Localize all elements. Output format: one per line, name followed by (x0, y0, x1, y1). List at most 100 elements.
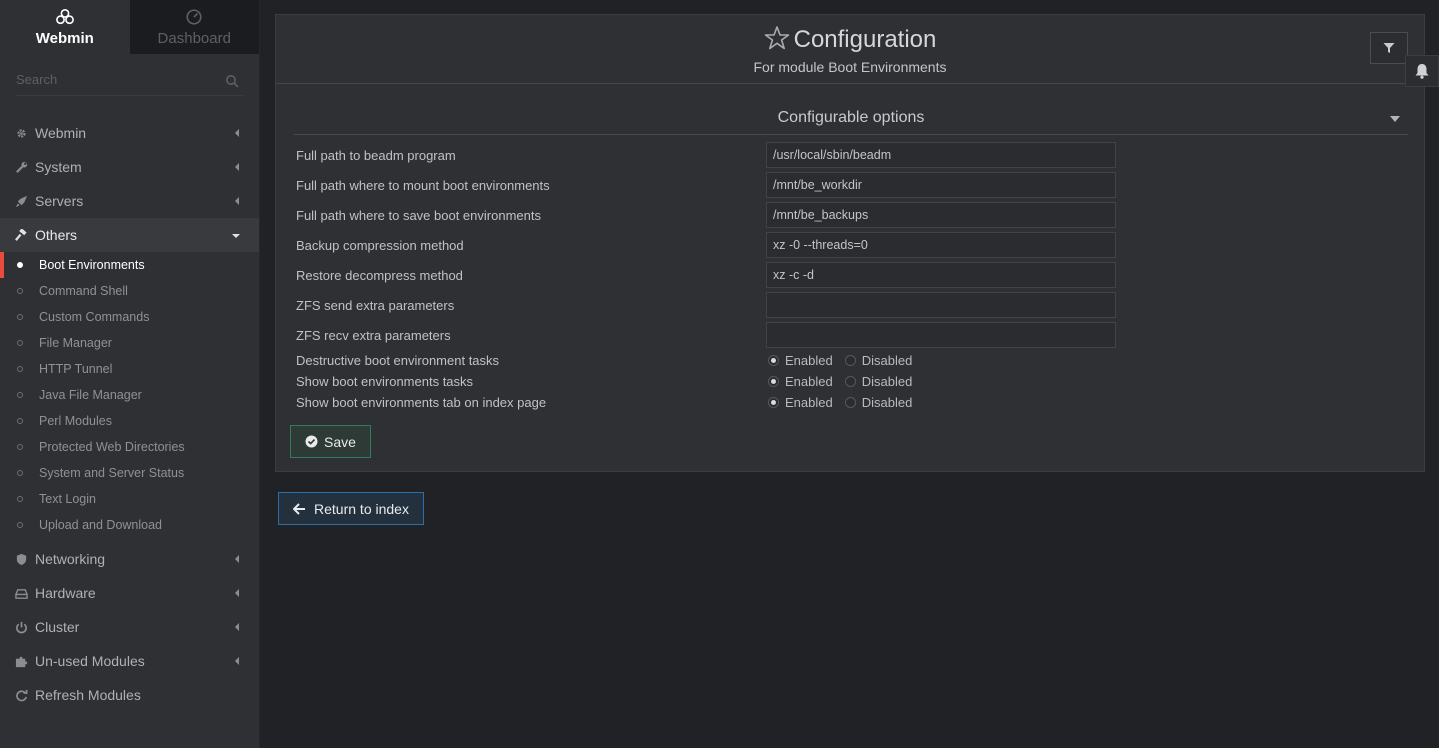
save-button-label: Save (324, 433, 356, 450)
bullet-icon (17, 392, 23, 398)
panel-header: Configuration For module Boot Environmen… (276, 15, 1424, 84)
page-title-text: Configuration (793, 26, 937, 53)
sidebar-subitem-label: Boot Environments (39, 258, 145, 272)
rocket-icon (14, 194, 28, 208)
radio-disabled-label: Disabled (861, 395, 913, 410)
mount-path-input[interactable] (766, 172, 1116, 198)
restore-decompress-input[interactable] (766, 262, 1116, 288)
sidebar-item-networking[interactable]: Networking (0, 542, 259, 576)
sidebar-subitem-perl-modules[interactable]: Perl Modules (0, 408, 259, 434)
return-to-index-button[interactable]: Return to index (278, 492, 424, 525)
sidebar-subitem-boot-environments[interactable]: Boot Environments (0, 252, 259, 278)
sidebar-item-hardware[interactable]: Hardware (0, 576, 259, 610)
sidebar-item-label: Servers (35, 193, 84, 209)
bell-icon (1415, 64, 1429, 79)
sidebar-item-unused-modules[interactable]: Un-used Modules (0, 644, 259, 678)
gavel-icon (14, 228, 28, 242)
field-label-beadm-path: Full path to beadm program (296, 148, 456, 163)
sidebar-subitem-upload-download[interactable]: Upload and Download (0, 512, 259, 538)
sidebar-item-others[interactable]: Others (0, 218, 259, 252)
backup-compression-input[interactable] (766, 232, 1116, 258)
chevron-left-icon (235, 589, 239, 597)
tab-webmin[interactable]: Webmin (0, 0, 130, 54)
sidebar-subitem-protected-web-directories[interactable]: Protected Web Directories (0, 434, 259, 460)
sidebar-subitem-label: System and Server Status (39, 466, 185, 480)
shield-icon (14, 552, 28, 566)
bullet-icon (17, 444, 23, 450)
save-button[interactable]: Save (290, 425, 371, 458)
beadm-path-input[interactable] (766, 142, 1116, 168)
bullet-icon (17, 314, 23, 320)
sidebar-item-refresh-modules[interactable]: Refresh Modules (0, 678, 259, 712)
sidebar-item-webmin[interactable]: Webmin (0, 116, 259, 150)
star-icon[interactable] (764, 25, 790, 51)
wrench-icon (14, 160, 28, 174)
sidebar-subitem-label: Java File Manager (39, 388, 142, 402)
sidebar-item-label: Webmin (35, 125, 87, 141)
sidebar-subitem-http-tunnel[interactable]: HTTP Tunnel (0, 356, 259, 382)
sidebar-subitem-text-login[interactable]: Text Login (0, 486, 259, 512)
sidebar-subitem-java-file-manager[interactable]: Java File Manager (0, 382, 259, 408)
zfs-recv-input[interactable] (766, 322, 1116, 348)
sidebar: Webmin Dashboard Webmin System Servers O (0, 0, 260, 748)
radio-enabled-label: Enabled (785, 353, 833, 368)
radio-group-destructive-tasks: Enabled Disabled (768, 353, 924, 368)
puzzle-icon (14, 654, 28, 668)
sidebar-subitem-label: Command Shell (39, 284, 128, 298)
caret-down-icon (1390, 116, 1400, 122)
chevron-left-icon (235, 657, 239, 665)
sidebar-item-label: Refresh Modules (35, 687, 141, 703)
sidebar-subitem-label: Upload and Download (39, 518, 163, 532)
bullet-icon (17, 288, 23, 294)
power-icon (14, 620, 28, 634)
radio-disabled[interactable] (844, 376, 856, 387)
dashboard-icon (186, 8, 202, 25)
radio-enabled[interactable] (768, 397, 779, 408)
radio-enabled[interactable] (768, 376, 779, 387)
chevron-left-icon (235, 129, 239, 137)
radio-disabled[interactable] (844, 355, 856, 366)
return-button-label: Return to index (314, 500, 409, 517)
sidebar-subitem-system-server-status[interactable]: System and Server Status (0, 460, 259, 486)
save-path-input[interactable] (766, 202, 1116, 228)
chevron-left-icon (235, 555, 239, 563)
refresh-icon (14, 688, 28, 702)
bullet-icon (17, 496, 23, 502)
sidebar-subitem-label: Custom Commands (39, 310, 150, 324)
section-header-configurable-options[interactable]: Configurable options (294, 103, 1408, 135)
sidebar-menu: Webmin System Servers Others Boot Enviro… (0, 116, 259, 712)
radio-label-show-tab: Show boot environments tab on index page (296, 395, 547, 410)
sidebar-item-label: Hardware (35, 585, 96, 601)
bullet-icon (17, 262, 23, 268)
tab-webmin-label: Webmin (35, 29, 94, 47)
zfs-send-input[interactable] (766, 292, 1116, 318)
sidebar-item-label: System (35, 159, 82, 175)
radio-disabled-label: Disabled (861, 374, 913, 389)
tab-dashboard[interactable]: Dashboard (129, 0, 259, 54)
sidebar-item-servers[interactable]: Servers (0, 184, 259, 218)
field-label-backup-compression: Backup compression method (296, 238, 464, 253)
radio-disabled[interactable] (844, 397, 856, 408)
notifications-button[interactable] (1405, 55, 1439, 87)
radio-enabled[interactable] (768, 355, 779, 366)
field-label-mount-path: Full path where to mount boot environmen… (296, 178, 550, 193)
page-subtitle: For module Boot Environments (753, 59, 947, 75)
search-input[interactable] (16, 72, 216, 87)
sidebar-item-cluster[interactable]: Cluster (0, 610, 259, 644)
arrow-left-icon (293, 502, 306, 515)
sidebar-subitem-command-shell[interactable]: Command Shell (0, 278, 259, 304)
gear-icon (14, 126, 28, 140)
search-icon[interactable] (225, 74, 239, 88)
chevron-left-icon (235, 163, 239, 171)
bullet-icon (17, 522, 23, 528)
bullet-icon (17, 366, 23, 372)
sidebar-item-label: Un-used Modules (35, 653, 145, 669)
filter-button[interactable] (1370, 32, 1408, 64)
config-panel: Configuration For module Boot Environmen… (275, 14, 1425, 472)
radio-group-show-tasks: Enabled Disabled (768, 374, 924, 389)
sidebar-subitem-label: HTTP Tunnel (39, 362, 113, 376)
sidebar-subitem-file-manager[interactable]: File Manager (0, 330, 259, 356)
page-title: Configuration (276, 25, 1424, 54)
sidebar-subitem-custom-commands[interactable]: Custom Commands (0, 304, 259, 330)
sidebar-item-system[interactable]: System (0, 150, 259, 184)
